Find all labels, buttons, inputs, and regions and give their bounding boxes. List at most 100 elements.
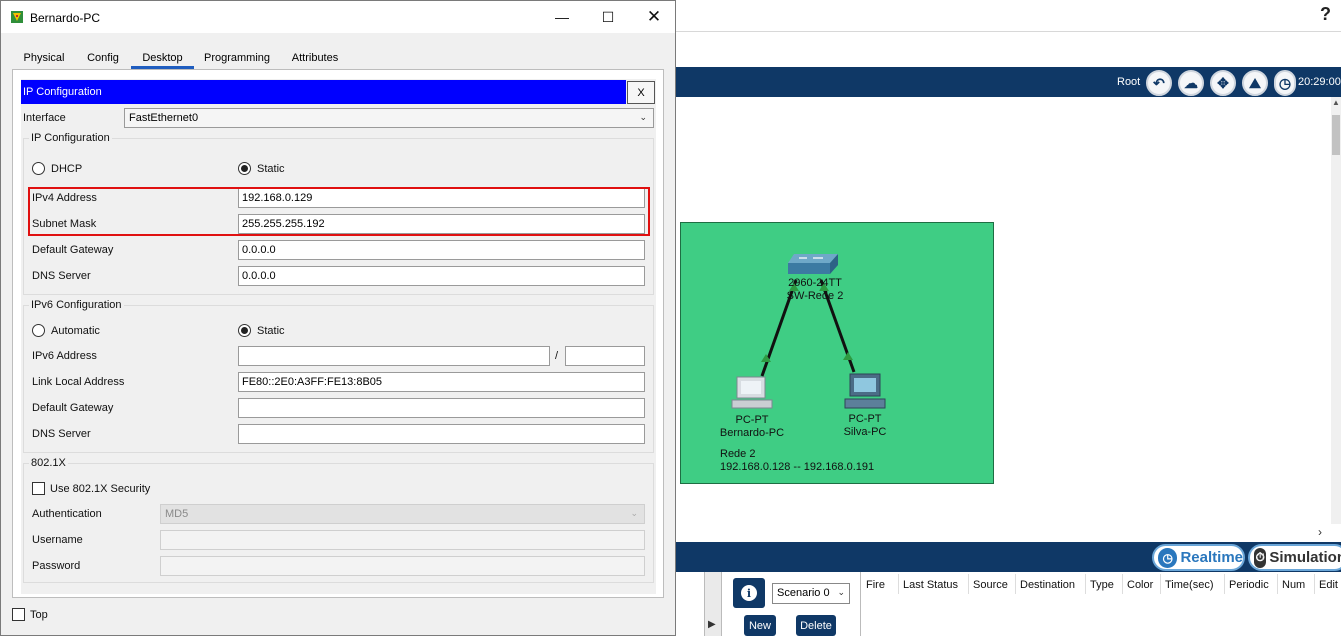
switch-label: 2960-24TT SW-Rede 2 (770, 277, 860, 303)
tab-programming[interactable]: Programming (194, 47, 280, 69)
close-app-button[interactable]: X (627, 81, 655, 104)
back-arrow-icon[interactable]: ↶ (1146, 70, 1172, 96)
dhcp-radio[interactable] (32, 162, 45, 175)
static-label: Static (257, 163, 285, 175)
col-separator (1122, 574, 1123, 594)
topology-links (731, 254, 886, 409)
app-header: IP Configuration (21, 80, 626, 104)
pdu-col-time: Time(sec) (1165, 579, 1214, 591)
ipv6-prefix-field[interactable] (565, 346, 645, 366)
top-label: Top (30, 609, 48, 621)
expand-arrow-icon[interactable]: ▶ (708, 619, 716, 630)
pc-label-bernardo: PC-PT Bernardo-PC (707, 414, 797, 440)
scroll-up-icon[interactable]: ▲ (1331, 98, 1341, 107)
ipv6-static-radio[interactable] (238, 324, 251, 337)
chevron-down-icon: ⌄ (837, 587, 845, 597)
vertical-scrollbar[interactable] (1331, 97, 1341, 524)
interface-value: FastEthernet0 (129, 112, 199, 124)
ipv4-group-title: IP Configuration (29, 132, 112, 144)
window-title: Bernardo-PC (30, 11, 101, 25)
pdu-col-edit: Edit (1319, 579, 1338, 591)
pc-label-silva: PC-PT Silva-PC (820, 413, 910, 439)
tab-desktop[interactable]: Desktop (131, 47, 194, 69)
password-field[interactable] (160, 556, 645, 576)
top-checkbox[interactable] (12, 608, 25, 621)
globe-clock-icon[interactable]: ◷ (1274, 70, 1296, 96)
pdu-col-fire: Fire (866, 579, 885, 591)
dns-server-field[interactable]: 0.0.0.0 (238, 266, 645, 286)
col-separator (968, 574, 969, 594)
ipv6-address-label: IPv6 Address (32, 350, 97, 362)
use-dot1x-checkbox[interactable] (32, 482, 45, 495)
new-scenario-button[interactable]: New (744, 615, 776, 636)
chevron-down-icon: ⌄ (630, 508, 638, 518)
username-field[interactable] (160, 530, 645, 550)
chevron-down-icon: ⌄ (639, 112, 647, 122)
switch-model: 2960-24TT (788, 277, 842, 289)
link-local-field[interactable]: FE80::2E0:A3FF:FE13:8B05 (238, 372, 645, 392)
use-dot1x-label: Use 802.1X Security (50, 483, 151, 495)
col-separator (1314, 574, 1315, 594)
device-dialog: Bernardo-PC — ☐ ✕ Physical Config Deskto… (0, 0, 676, 636)
info-button[interactable]: i (733, 578, 765, 608)
dns-server-label: DNS Server (32, 270, 91, 282)
ipv6-dns-field[interactable] (238, 424, 645, 444)
cluster-name: Rede 2 (720, 448, 756, 460)
close-window-icon[interactable]: ✕ (639, 6, 669, 28)
static-radio[interactable] (238, 162, 251, 175)
dhcp-label: DHCP (51, 163, 83, 175)
move-icon[interactable]: ✥ (1210, 70, 1236, 96)
pc-name: Silva-PC (843, 426, 887, 438)
toolbar-divider (676, 31, 1341, 32)
ipv6-gateway-field[interactable] (238, 398, 645, 418)
scroll-right-icon[interactable]: › (1318, 525, 1322, 539)
image-icon[interactable]: ⛰ (1242, 70, 1268, 96)
tab-physical[interactable]: Physical (13, 47, 75, 69)
clock-readout: 20:29:00 (1298, 76, 1341, 88)
pc-icon (844, 373, 886, 409)
pdu-col-periodic: Periodic (1229, 579, 1269, 591)
clock-icon: ◷ (1158, 547, 1178, 568)
ipv6-address-field[interactable] (238, 346, 550, 366)
cloud-icon[interactable]: ☁ (1178, 70, 1204, 96)
ipv6-dns-label: DNS Server (32, 428, 91, 440)
maximize-icon[interactable]: ☐ (593, 6, 623, 28)
delete-scenario-button[interactable]: Delete (796, 615, 836, 636)
pc-model: PC-PT (848, 413, 882, 425)
scrollbar-thumb[interactable] (1332, 115, 1340, 155)
tab-config[interactable]: Config (75, 47, 131, 69)
ipv6-static-label: Static (257, 325, 285, 337)
authentication-select[interactable]: MD5 ⌄ (160, 504, 645, 524)
pdu-col-color: Color (1127, 579, 1154, 591)
ipv6-group-title: IPv6 Configuration (29, 299, 124, 311)
pdu-col-destination: Destination (1020, 579, 1076, 591)
pc-model: PC-PT (735, 414, 769, 426)
pdu-col-source: Source (973, 579, 1008, 591)
ipv6-gateway-label: Default Gateway (32, 402, 114, 414)
col-separator (1277, 574, 1278, 594)
simulation-button[interactable]: ⏱ Simulation (1248, 544, 1341, 571)
root-label: Root (1117, 76, 1141, 88)
realtime-button[interactable]: ◷ Realtime (1152, 544, 1245, 571)
pdu-divider (860, 572, 861, 636)
help-icon[interactable]: ? (1320, 4, 1331, 25)
pdu-col-num: Num (1282, 579, 1306, 591)
realtime-label: Realtime (1180, 549, 1243, 566)
col-separator (1015, 574, 1016, 594)
link-status-icon (843, 352, 853, 360)
prefix-slash: / (555, 350, 559, 362)
scenario-value: Scenario 0 (777, 587, 830, 599)
pc-icon (731, 376, 773, 409)
cluster-range: 192.168.0.128 -- 192.168.0.191 (720, 461, 875, 473)
col-separator (1160, 574, 1161, 594)
tab-attributes[interactable]: Attributes (280, 47, 350, 69)
interface-select[interactable]: FastEthernet0 ⌄ (124, 108, 654, 128)
scenario-select[interactable]: Scenario 0 ⌄ (772, 583, 850, 604)
switch-icon (788, 254, 838, 274)
automatic-radio[interactable] (32, 324, 45, 337)
minimize-icon[interactable]: — (547, 6, 577, 28)
pdu-col-last-status: Last Status (903, 579, 959, 591)
interface-label: Interface (23, 112, 66, 124)
default-gateway-field[interactable]: 0.0.0.0 (238, 240, 645, 260)
packet-tracer-icon (11, 11, 23, 23)
